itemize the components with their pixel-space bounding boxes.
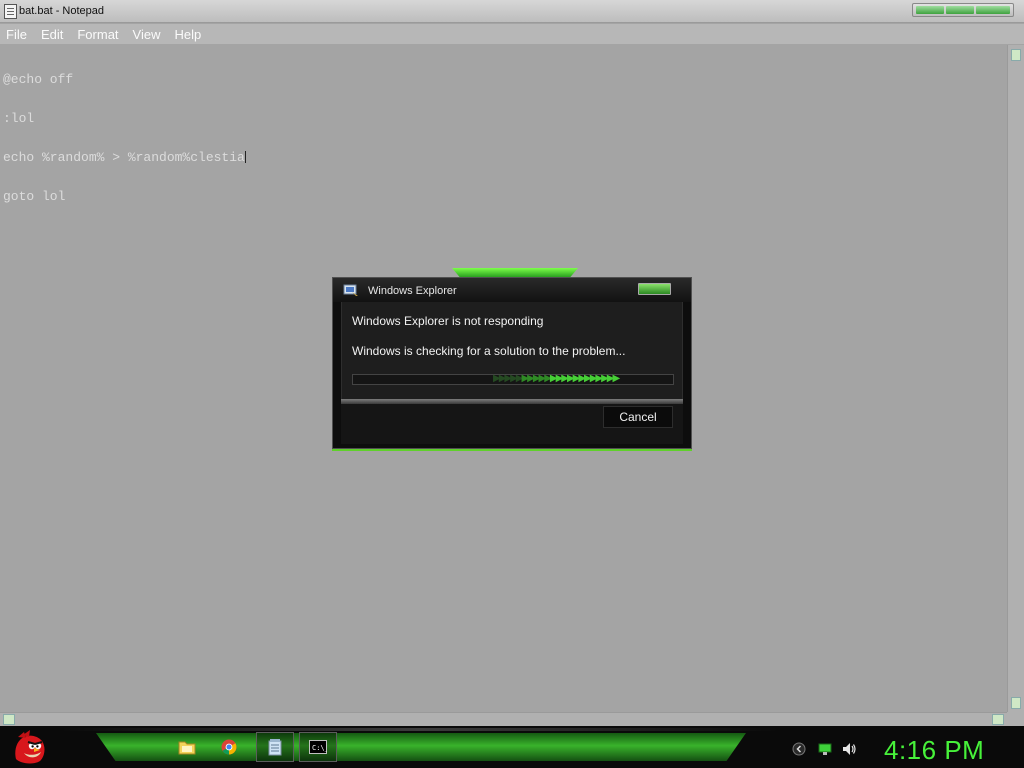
dialog-body: Windows Explorer is not responding Windo…: [341, 302, 683, 399]
menu-edit[interactable]: Edit: [41, 27, 63, 42]
scroll-down-arrow[interactable]: [1011, 697, 1021, 709]
notepad-icon: [268, 738, 282, 755]
network-icon[interactable]: [818, 742, 832, 756]
taskbar-cmd[interactable]: C:\_: [299, 732, 337, 762]
taskbar-chrome[interactable]: [210, 732, 248, 762]
folder-icon: [178, 741, 196, 755]
volume-icon[interactable]: [842, 742, 856, 756]
menu-format[interactable]: Format: [77, 27, 118, 42]
vertical-scrollbar[interactable]: [1007, 45, 1024, 712]
taskbar-highlight: [60, 728, 780, 731]
menu-view[interactable]: View: [133, 27, 161, 42]
cmd-icon: C:\_: [309, 740, 327, 754]
progress-marquee: ▶▶▶▶▶▶▶▶▶▶▶▶▶▶▶▶▶▶▶▶▶▶: [493, 373, 620, 384]
dialog-title: Windows Explorer: [368, 285, 457, 297]
start-button[interactable]: [10, 729, 48, 765]
dialog-footer: Cancel: [341, 404, 683, 444]
chrome-icon: [221, 739, 237, 755]
scroll-up-arrow[interactable]: [1011, 49, 1021, 61]
minimize-button[interactable]: [916, 6, 945, 14]
taskbar: C:\_: [0, 726, 1024, 768]
dialog-message: Windows Explorer is not responding: [352, 314, 544, 328]
code-line: goto lol: [3, 189, 66, 204]
scroll-left-arrow[interactable]: [3, 714, 15, 725]
taskbar-folder[interactable]: [168, 732, 206, 762]
dialog-glow-tab: [452, 268, 578, 277]
window-controls: [912, 3, 1014, 17]
menu-bar: File Edit Format View Help: [0, 24, 1024, 44]
horizontal-scrollbar[interactable]: [0, 712, 1007, 726]
window-title: bat.bat - Notepad: [19, 5, 105, 17]
svg-text:C:\_: C:\_: [312, 744, 327, 752]
maximize-button[interactable]: [946, 6, 975, 14]
explorer-app-icon: [343, 284, 358, 296]
dialog-close-button[interactable]: [638, 283, 671, 295]
code-line-text: echo %random% > %random%clestia: [3, 150, 245, 165]
dialog-titlebar[interactable]: Windows Explorer: [333, 278, 691, 302]
notepad-app-icon: [4, 4, 17, 19]
cancel-button[interactable]: Cancel: [603, 406, 673, 428]
progress-bar: ▶▶▶▶▶▶▶▶▶▶▶▶▶▶▶▶▶▶▶▶▶▶: [352, 373, 674, 385]
notepad-titlebar[interactable]: bat.bat - Notepad: [0, 0, 1024, 23]
menu-file[interactable]: File: [6, 27, 27, 42]
clock[interactable]: 4:16 PM: [884, 735, 984, 766]
text-caret: [244, 151, 246, 163]
code-line: :lol: [3, 111, 35, 126]
close-button[interactable]: [976, 6, 1010, 14]
menu-help[interactable]: Help: [174, 27, 201, 42]
taskbar-notepad[interactable]: [256, 732, 294, 762]
scroll-right-arrow[interactable]: [992, 714, 1004, 725]
dialog-status: Windows is checking for a solution to th…: [352, 344, 626, 358]
code-line: @echo off: [3, 72, 74, 87]
size-grip[interactable]: [1007, 712, 1024, 726]
code-line-current: echo %random% > %random%clestia: [3, 151, 1007, 164]
not-responding-dialog: Windows Explorer Windows Explorer is not…: [332, 277, 692, 449]
chevron-icon[interactable]: [792, 742, 806, 756]
